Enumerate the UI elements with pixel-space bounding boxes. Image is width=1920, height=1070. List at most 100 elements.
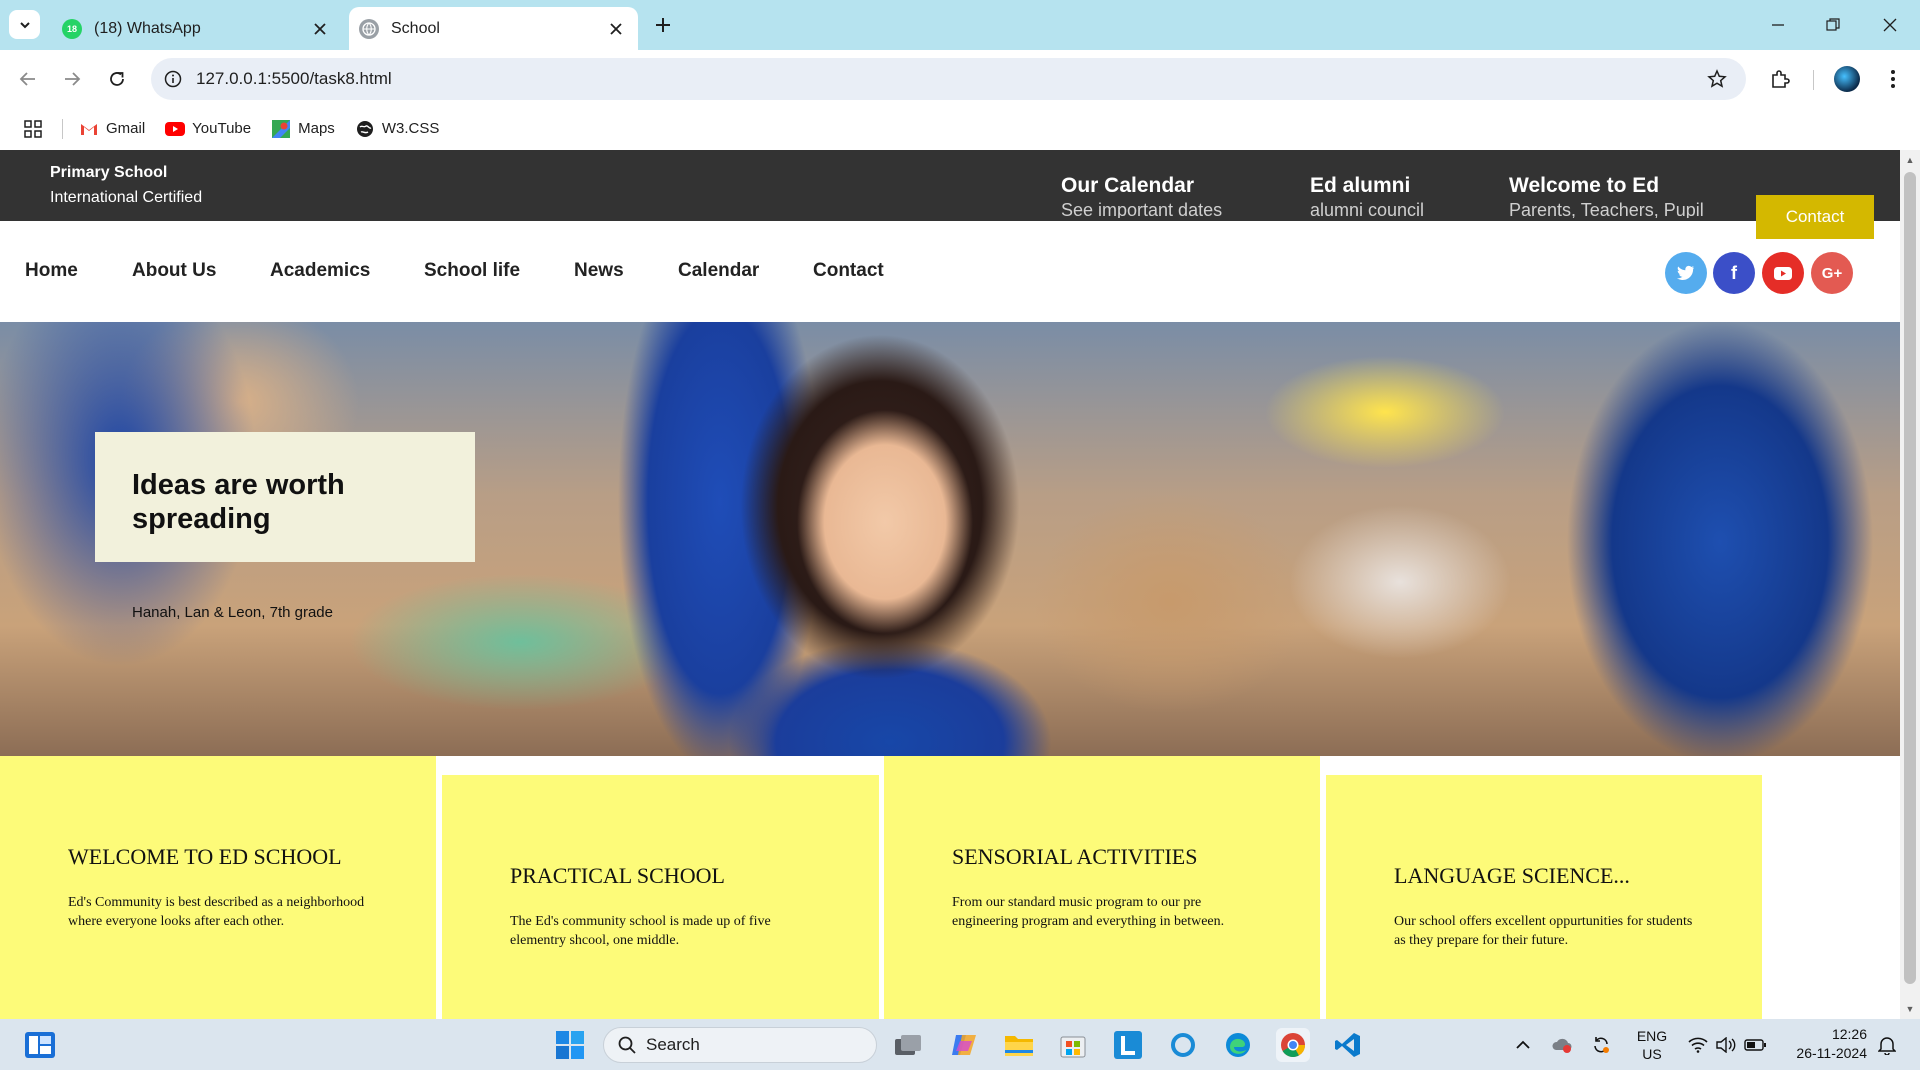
forward-button[interactable] <box>57 64 87 94</box>
chevron-up-icon <box>1516 1040 1530 1049</box>
top-link-alumni[interactable]: Ed alumni alumni council <box>1310 174 1424 218</box>
minimize-button[interactable] <box>1758 10 1798 40</box>
bookmark-label: Maps <box>298 120 335 137</box>
profile-button[interactable] <box>1832 64 1862 94</box>
chrome-button[interactable] <box>1276 1028 1310 1062</box>
language-indicator[interactable]: ENG US <box>1630 1019 1674 1070</box>
edge-icon <box>1226 1033 1250 1057</box>
extensions-button[interactable] <box>1765 64 1795 94</box>
star-icon <box>1707 69 1727 88</box>
contact-button[interactable]: Contact <box>1756 195 1874 239</box>
top-link-calendar[interactable]: Our Calendar See important dates <box>1061 174 1222 218</box>
reload-button[interactable] <box>102 64 132 94</box>
letter-l-icon <box>1114 1031 1142 1059</box>
copilot-icon <box>952 1035 976 1055</box>
region-label: US <box>1642 1045 1662 1062</box>
main-nav: Home About Us Academics School life News… <box>0 221 1900 322</box>
browser-toolbar: 127.0.0.1:5500/task8.html <box>0 50 1920 107</box>
top-link-welcome[interactable]: Welcome to Ed Parents, Teachers, Pupil <box>1509 174 1704 218</box>
apps-grid-icon[interactable] <box>22 118 44 140</box>
folder-icon <box>1005 1036 1033 1056</box>
tray-cloud-icon[interactable] <box>1549 1019 1575 1070</box>
bookmarks-bar: Gmail YouTube Maps W3.CSS <box>0 107 1920 150</box>
store-button[interactable] <box>1056 1028 1090 1062</box>
nav-item-home[interactable]: Home <box>25 260 78 282</box>
bookmark-w3css[interactable]: W3.CSS <box>355 119 439 139</box>
youtube-button[interactable] <box>1762 252 1804 294</box>
twitter-icon <box>1677 265 1694 280</box>
tab-title: School <box>391 19 440 37</box>
facebook-button[interactable]: f <box>1713 252 1755 294</box>
gmail-icon <box>79 119 99 139</box>
screen: 18 (18) WhatsApp School 127.0.0.1:5500/t… <box>0 0 1920 1070</box>
notifications-icon[interactable] <box>1874 1019 1900 1070</box>
wifi-icon[interactable] <box>1685 1019 1711 1070</box>
youtube-icon <box>1774 266 1792 280</box>
tab-school[interactable]: School <box>349 7 638 50</box>
browser-menu-button[interactable] <box>1878 64 1908 94</box>
close-window-button[interactable] <box>1870 10 1910 40</box>
tray-overflow-button[interactable] <box>1510 1019 1536 1070</box>
nav-item-academics[interactable]: Academics <box>270 260 370 282</box>
page-viewport: Primary School International Certified O… <box>0 150 1900 1019</box>
bookmark-youtube[interactable]: YouTube <box>165 119 251 139</box>
new-tab-button[interactable] <box>650 12 676 38</box>
restore-button[interactable] <box>1813 10 1853 40</box>
battery-icon[interactable] <box>1742 1019 1768 1070</box>
globe-icon <box>355 119 375 139</box>
back-button[interactable] <box>13 64 43 94</box>
windows-taskbar: Search ENG US 12:26 26-11-2024 <box>0 1019 1920 1070</box>
nav-item-calendar[interactable]: Calendar <box>678 260 759 282</box>
school-top-bar: Primary School International Certified O… <box>0 150 1900 221</box>
address-bar[interactable]: 127.0.0.1:5500/task8.html <box>151 58 1746 100</box>
close-icon <box>314 22 326 35</box>
tab-search-button[interactable] <box>9 10 40 39</box>
scroll-up-icon[interactable]: ▲ <box>1904 154 1916 166</box>
site-info-icon[interactable] <box>162 68 184 90</box>
info-card-practical: PRACTICAL SCHOOL The Ed's community scho… <box>442 775 879 1019</box>
google-plus-button[interactable]: G+ <box>1811 252 1853 294</box>
scroll-thumb[interactable] <box>1904 172 1916 984</box>
chrome-icon <box>1281 1033 1305 1058</box>
volume-icon[interactable] <box>1713 1019 1739 1070</box>
hero-caption: Hanah, Lan & Leon, 7th grade <box>132 604 333 621</box>
top-link-title: Welcome to Ed <box>1509 174 1660 197</box>
close-tab-button[interactable] <box>306 15 334 43</box>
vscode-button[interactable] <box>1331 1028 1365 1062</box>
avatar <box>1834 66 1860 92</box>
close-tab-button[interactable] <box>602 15 630 43</box>
puzzle-icon <box>1772 70 1790 88</box>
copilot-button[interactable] <box>947 1028 981 1062</box>
file-explorer-button[interactable] <box>1002 1028 1036 1062</box>
tab-whatsapp[interactable]: 18 (18) WhatsApp <box>52 7 342 50</box>
edge-button[interactable] <box>1221 1028 1255 1062</box>
system-clock[interactable]: 12:26 26-11-2024 <box>1785 1025 1867 1063</box>
circle-ring-icon <box>1171 1033 1195 1057</box>
globe-icon <box>359 18 379 39</box>
bookmark-star-button[interactable] <box>1702 64 1732 94</box>
school-subtitle: International Certified <box>50 189 203 206</box>
search-icon <box>618 1036 636 1054</box>
task-view-button[interactable] <box>891 1028 925 1062</box>
nav-item-news[interactable]: News <box>574 260 624 282</box>
tray-sync-icon[interactable] <box>1588 1019 1614 1070</box>
widgets-button[interactable] <box>23 1028 57 1062</box>
card-title: SENSORIAL ACTIVITIES <box>952 844 1198 869</box>
bookmark-label: YouTube <box>192 120 252 137</box>
card-title: LANGUAGE SCIENCE... <box>1394 863 1630 888</box>
browser-tab-strip: 18 (18) WhatsApp School <box>0 0 1920 50</box>
l-app-button[interactable] <box>1111 1028 1145 1062</box>
bookmark-gmail[interactable]: Gmail <box>79 119 145 139</box>
bookmark-maps[interactable]: Maps <box>271 119 335 139</box>
page-scrollbar[interactable]: ▲ ▼ <box>1900 150 1920 1019</box>
start-button[interactable] <box>553 1028 587 1062</box>
cortana-button[interactable] <box>1166 1028 1200 1062</box>
nav-item-about-us[interactable]: About Us <box>132 260 216 282</box>
scroll-down-icon[interactable]: ▼ <box>1904 1003 1916 1015</box>
nav-item-school-life[interactable]: School life <box>424 260 520 282</box>
nav-item-contact[interactable]: Contact <box>813 260 884 282</box>
twitter-button[interactable] <box>1665 252 1707 294</box>
taskbar-search[interactable]: Search <box>603 1027 877 1063</box>
info-card-welcome: WELCOME TO ED SCHOOL Ed's Community is b… <box>0 756 436 1019</box>
url-text[interactable]: 127.0.0.1:5500/task8.html <box>196 69 1702 89</box>
